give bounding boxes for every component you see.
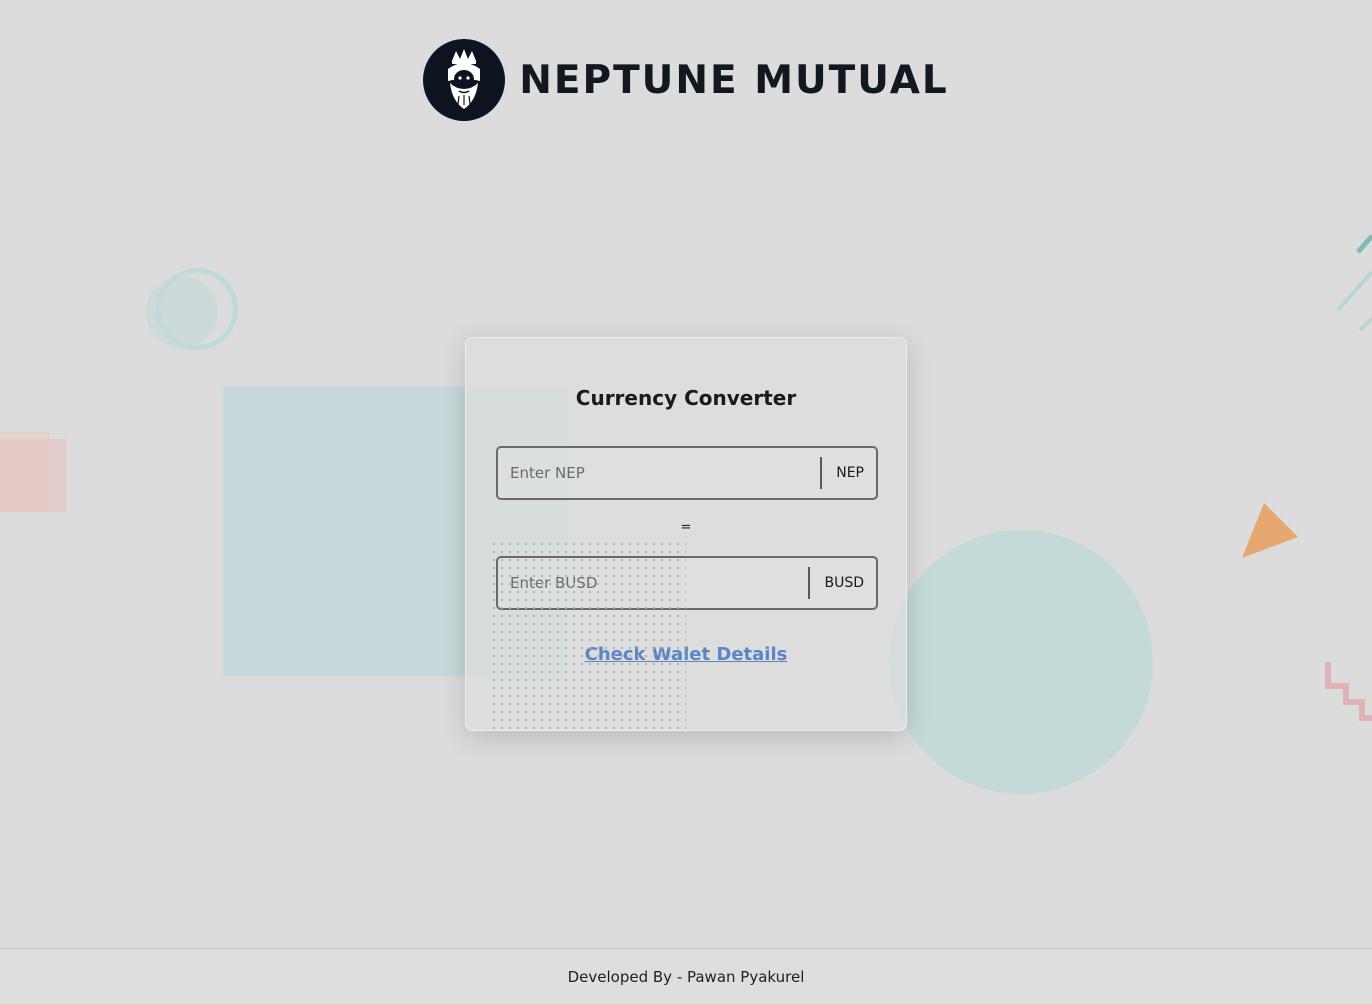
page: NEPTUNE MUTUAL Currency Converter NEP = … xyxy=(0,0,1372,1004)
busd-unit-label: BUSD xyxy=(824,575,864,591)
header: NEPTUNE MUTUAL xyxy=(0,38,1372,122)
decorative-large-circle xyxy=(889,530,1153,794)
footer-credit: Developed By - Pawan Pyakurel xyxy=(567,968,805,986)
card-title: Currency Converter xyxy=(575,386,797,410)
decorative-triangle xyxy=(1242,503,1298,558)
nep-input[interactable] xyxy=(498,448,821,498)
nep-field-group: NEP xyxy=(496,446,878,500)
equals-sign: = xyxy=(680,520,692,535)
neptune-face-icon xyxy=(423,39,506,121)
decorative-dot-grid xyxy=(490,540,686,734)
decorative-ring xyxy=(156,268,238,350)
brand-logo[interactable]: NEPTUNE MUTUAL xyxy=(423,39,949,121)
footer: Developed By - Pawan Pyakurel xyxy=(0,948,1372,1004)
decorative-diagonal-lines xyxy=(1336,234,1372,332)
nep-unit-label: NEP xyxy=(836,465,864,481)
brand-name: NEPTUNE MUTUAL xyxy=(519,57,949,103)
decorative-stairs xyxy=(1325,662,1372,721)
decorative-pink-rect xyxy=(0,439,66,512)
